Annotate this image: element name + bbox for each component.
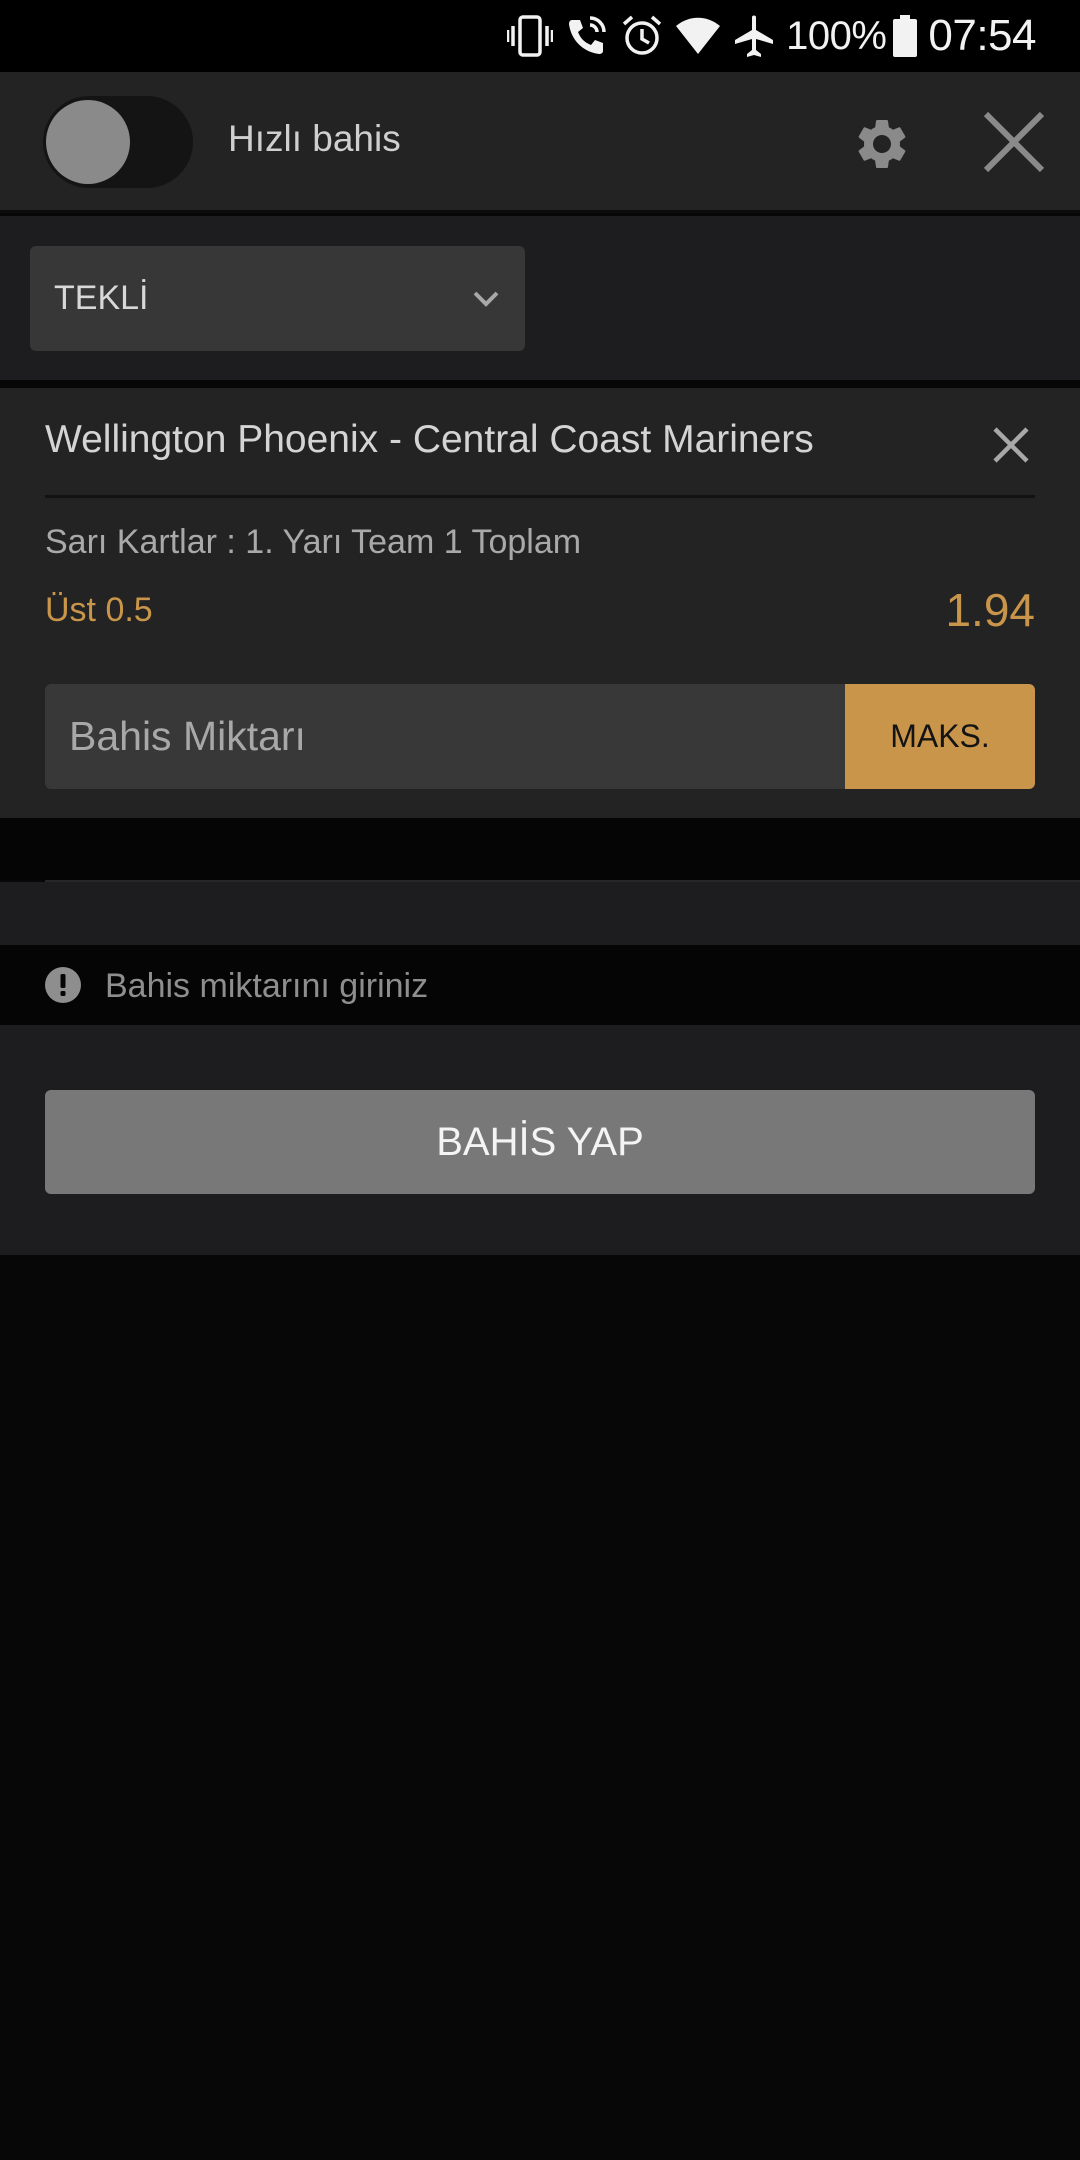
summary-area (0, 882, 1080, 945)
divider (45, 880, 1080, 882)
wifi-icon (672, 10, 724, 62)
match-title: Wellington Phoenix - Central Coast Marin… (45, 418, 814, 461)
odds-value: 1.94 (945, 584, 1035, 636)
market-name: Sarı Kartlar : 1. Yarı Team 1 Toplam (45, 523, 582, 561)
vibrate-icon (504, 10, 556, 62)
max-stake-button[interactable]: MAKS. (845, 684, 1035, 789)
divider (45, 495, 1035, 498)
clock: 07:54 (928, 11, 1036, 60)
toggle-knob (46, 100, 130, 184)
alarm-icon (616, 10, 668, 62)
stake-input[interactable]: Bahis Miktarı (45, 684, 845, 789)
place-bet-button[interactable]: BAHİS YAP (45, 1090, 1035, 1194)
close-button[interactable] (978, 104, 1050, 180)
warning-message: Bahis miktarını giriniz (0, 945, 1080, 1025)
status-bar: 100% 07:54 (0, 0, 1080, 72)
close-icon (993, 427, 1029, 463)
airplane-icon (728, 10, 780, 62)
battery-icon (890, 10, 920, 62)
bet-type-value: TEKLİ (54, 279, 149, 317)
quick-bet-toggle[interactable] (43, 96, 193, 188)
gear-icon (858, 120, 906, 168)
bet-type-section: TEKLİ (0, 216, 1080, 380)
exclamation-icon (45, 967, 81, 1003)
settings-button[interactable] (848, 110, 916, 178)
close-icon (983, 111, 1045, 173)
bet-type-dropdown[interactable]: TEKLİ (30, 246, 525, 351)
chevron-down-icon (469, 282, 503, 316)
quick-bet-label: Hızlı bahis (228, 118, 401, 159)
stake-placeholder: Bahis Miktarı (69, 713, 306, 759)
place-bet-section: BAHİS YAP (0, 1025, 1080, 1255)
separator (0, 818, 1080, 880)
battery-percent: 100% (786, 13, 887, 58)
remove-bet-button[interactable] (984, 418, 1038, 472)
warning-text: Bahis miktarını giriniz (105, 967, 429, 1005)
bet-card: Wellington Phoenix - Central Coast Marin… (0, 388, 1080, 818)
wifi-call-icon (560, 10, 612, 62)
bet-slip-header: Hızlı bahis (0, 72, 1080, 213)
selection-name: Üst 0.5 (45, 591, 153, 629)
